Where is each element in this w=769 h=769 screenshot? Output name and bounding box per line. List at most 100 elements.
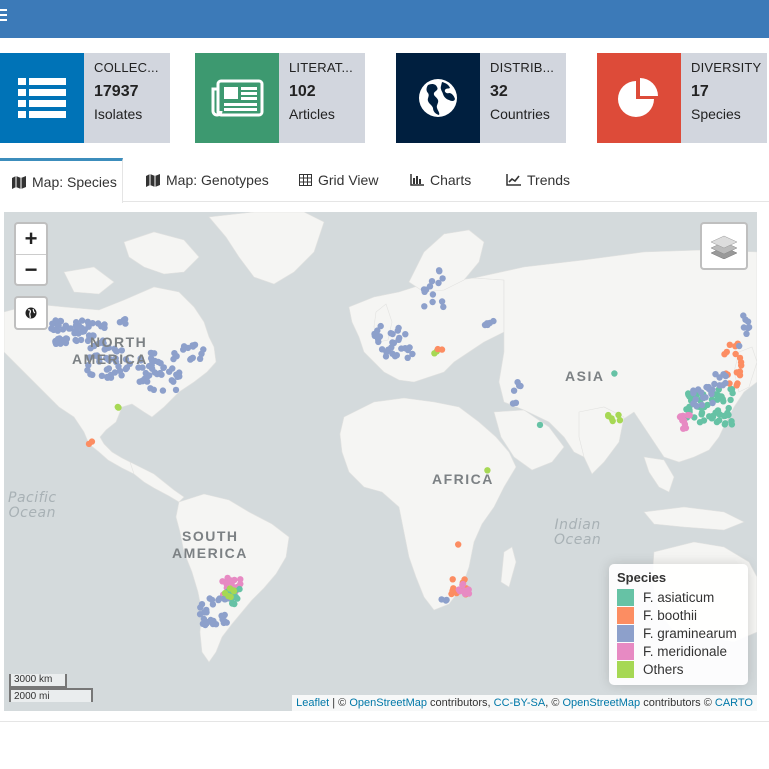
map-marker[interactable]: [157, 369, 164, 377]
map-marker[interactable]: [483, 320, 491, 327]
map-marker[interactable]: [206, 595, 213, 602]
map-marker[interactable]: [374, 327, 381, 334]
map-marker[interactable]: [116, 367, 124, 375]
map-marker[interactable]: [73, 319, 80, 326]
map-marker[interactable]: [692, 396, 699, 403]
map-marker[interactable]: [231, 600, 238, 608]
map-marker[interactable]: [77, 336, 85, 344]
map-marker[interactable]: [740, 312, 747, 319]
map-marker[interactable]: [52, 317, 59, 324]
map-marker[interactable]: [510, 387, 518, 394]
map-marker[interactable]: [176, 373, 183, 380]
map-marker[interactable]: [389, 350, 396, 357]
map-marker[interactable]: [723, 348, 730, 356]
map-marker[interactable]: [170, 378, 177, 385]
map-marker[interactable]: [104, 374, 111, 381]
map-marker[interactable]: [426, 283, 434, 290]
map-marker[interactable]: [147, 355, 155, 362]
zoom-in-button[interactable]: +: [16, 224, 46, 254]
map-marker[interactable]: [709, 412, 716, 420]
map-marker[interactable]: [536, 421, 544, 429]
map-marker[interactable]: [218, 612, 225, 619]
zoom-out-button[interactable]: −: [16, 254, 46, 284]
map-marker[interactable]: [378, 346, 386, 353]
world-view-button[interactable]: [14, 296, 48, 330]
map-marker[interactable]: [434, 345, 441, 353]
map-marker[interactable]: [440, 303, 447, 311]
map-marker[interactable]: [209, 620, 217, 628]
map-marker[interactable]: [59, 326, 67, 333]
map-marker[interactable]: [736, 370, 743, 377]
map-marker[interactable]: [429, 291, 437, 298]
map-marker[interactable]: [209, 601, 217, 608]
map-marker[interactable]: [713, 418, 721, 426]
map-marker[interactable]: [734, 380, 741, 387]
osm-link[interactable]: OpenStreetMap: [349, 697, 427, 709]
map-marker[interactable]: [716, 411, 723, 418]
tab-charts[interactable]: Charts: [410, 158, 471, 202]
map-marker[interactable]: [98, 372, 106, 379]
map-marker[interactable]: [456, 588, 464, 595]
map-marker[interactable]: [728, 421, 736, 428]
map-marker[interactable]: [60, 336, 68, 344]
map-marker[interactable]: [187, 356, 194, 363]
map-marker[interactable]: [726, 341, 733, 348]
map-marker[interactable]: [421, 288, 428, 295]
map-marker[interactable]: [725, 411, 732, 419]
map-marker[interactable]: [702, 394, 709, 401]
map-marker[interactable]: [517, 382, 524, 390]
map-marker[interactable]: [229, 578, 236, 585]
map-marker[interactable]: [89, 371, 96, 378]
osm-link[interactable]: OpenStreetMap: [562, 697, 640, 709]
map-marker[interactable]: [680, 417, 688, 424]
map-marker[interactable]: [203, 620, 210, 627]
map-marker[interactable]: [404, 354, 411, 361]
map-marker[interactable]: [221, 589, 229, 597]
map-marker[interactable]: [85, 440, 93, 448]
map-marker[interactable]: [150, 386, 157, 393]
map-marker[interactable]: [389, 339, 396, 346]
map-marker[interactable]: [608, 415, 615, 422]
map-marker[interactable]: [65, 325, 73, 332]
map-marker[interactable]: [197, 604, 204, 611]
cc-by-sa-link[interactable]: CC-BY-SA: [494, 697, 546, 709]
map-marker[interactable]: [711, 380, 718, 388]
map-marker[interactable]: [703, 383, 710, 391]
map-marker[interactable]: [716, 374, 723, 381]
map-marker[interactable]: [78, 317, 86, 324]
map-marker[interactable]: [89, 320, 96, 327]
map-marker[interactable]: [455, 541, 462, 548]
map-marker[interactable]: [189, 343, 197, 350]
map-marker[interactable]: [512, 399, 520, 406]
map-marker[interactable]: [402, 331, 409, 338]
map-marker[interactable]: [727, 396, 734, 404]
map-marker[interactable]: [615, 411, 622, 419]
map-marker[interactable]: [122, 320, 129, 327]
map-marker[interactable]: [693, 402, 700, 410]
map-marker[interactable]: [722, 420, 729, 427]
map-marker[interactable]: [439, 275, 446, 282]
map-marker[interactable]: [449, 576, 456, 583]
map-marker[interactable]: [459, 580, 467, 588]
map-marker[interactable]: [719, 395, 726, 403]
map-marker[interactable]: [725, 404, 732, 412]
map-marker[interactable]: [375, 338, 382, 346]
map-marker[interactable]: [95, 320, 102, 327]
map-marker[interactable]: [148, 362, 155, 369]
map-marker[interactable]: [160, 364, 167, 371]
map-marker[interactable]: [611, 370, 618, 377]
map-marker[interactable]: [709, 399, 716, 407]
map-marker[interactable]: [736, 342, 743, 350]
map-marker[interactable]: [387, 330, 394, 337]
map-marker[interactable]: [146, 372, 153, 379]
map-marker[interactable]: [80, 328, 88, 335]
map-marker[interactable]: [395, 336, 402, 343]
tab-grid-view[interactable]: Grid View: [299, 158, 378, 202]
map-marker[interactable]: [438, 298, 446, 305]
map-marker[interactable]: [54, 335, 62, 343]
map-marker[interactable]: [139, 377, 146, 384]
map-marker[interactable]: [115, 404, 122, 411]
map-marker[interactable]: [230, 587, 238, 595]
map-marker[interactable]: [73, 327, 80, 334]
map-marker[interactable]: [700, 417, 708, 424]
